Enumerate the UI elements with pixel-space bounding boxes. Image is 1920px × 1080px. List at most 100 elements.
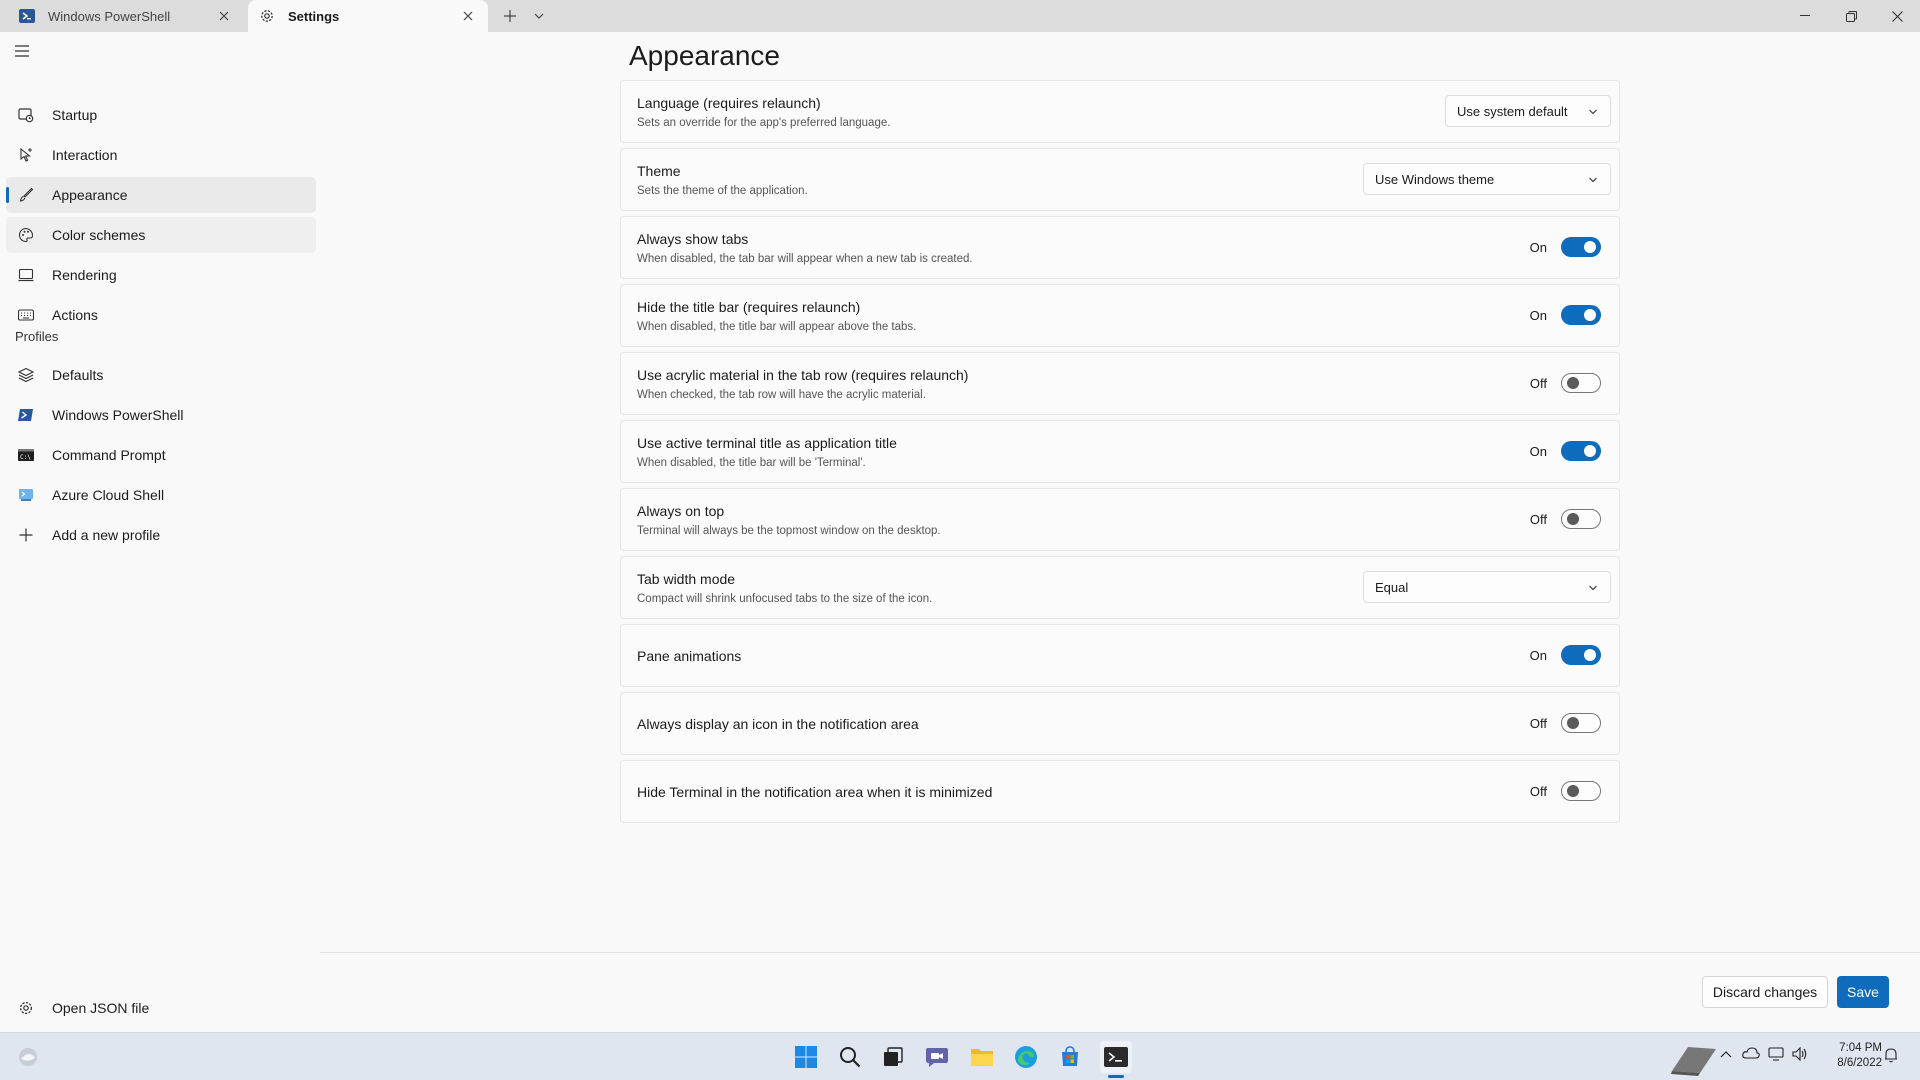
always-on-top-toggle-wrap: Off <box>1525 509 1601 529</box>
sidebar-item-actions[interactable]: Actions <box>6 297 316 333</box>
sidebar-item-rendering[interactable]: Rendering <box>6 257 316 293</box>
toggle-knob <box>1567 377 1579 389</box>
footer-divider <box>320 952 1920 953</box>
acrylic-tab-row-toggle[interactable] <box>1561 373 1601 393</box>
edge-browser-icon[interactable] <box>1010 1041 1042 1073</box>
sidebar-item-windows-powershell[interactable]: Windows PowerShell <box>6 397 316 433</box>
terminal-app-icon[interactable] <box>1100 1041 1132 1073</box>
toggle-state-label: On <box>1529 443 1547 459</box>
sidebar-item-label: Appearance <box>52 187 128 203</box>
plus-icon <box>16 525 36 545</box>
powershell-icon <box>16 405 36 425</box>
toggle-knob <box>1584 445 1596 457</box>
sidebar-item-interaction[interactable]: Interaction <box>6 137 316 173</box>
setting-pane-animations: Pane animations On <box>620 624 1620 687</box>
new-tab-button[interactable] <box>498 6 522 26</box>
minimize-icon <box>1800 15 1810 16</box>
active-terminal-title-toggle[interactable] <box>1561 441 1601 461</box>
toggle-state-label: Off <box>1529 511 1547 527</box>
tab-windows-powershell[interactable]: Windows PowerShell <box>8 0 244 32</box>
sidebar-item-appearance[interactable]: Appearance <box>6 177 316 213</box>
always-show-tabs-toggle[interactable] <box>1561 237 1601 257</box>
setting-description: When checked, the tab row will have the … <box>637 389 926 401</box>
sidebar-item-defaults[interactable]: Defaults <box>6 357 316 393</box>
file-explorer-icon[interactable] <box>966 1041 998 1073</box>
setting-acrylic-tab-row: Use acrylic material in the tab row (req… <box>620 352 1620 415</box>
setting-title: Tab width mode <box>637 571 736 587</box>
widgets-icon[interactable] <box>12 1041 44 1073</box>
taskbar-clock[interactable]: 7:04 PM 8/6/2022 <box>1837 1041 1882 1071</box>
sidebar-item-label: Windows PowerShell <box>52 407 184 423</box>
notification-bell-icon[interactable] <box>1884 1047 1898 1066</box>
sidebar-item-label: Color schemes <box>52 227 146 243</box>
toggle-state-label: On <box>1529 307 1547 323</box>
discard-changes-button[interactable]: Discard changes <box>1702 976 1828 1008</box>
store-icon[interactable] <box>1054 1041 1086 1073</box>
sidebar-item-label: Rendering <box>52 267 117 283</box>
sidebar-item-add-new-profile[interactable]: Add a new profile <box>6 517 316 553</box>
page-title: Appearance <box>629 40 781 71</box>
dropdown-value: Use system default <box>1457 103 1568 119</box>
task-view-icon[interactable] <box>877 1041 909 1073</box>
setting-title: Use active terminal title as application… <box>637 435 897 451</box>
sidebar: Startup Interaction Appearance Color sch… <box>0 32 320 1032</box>
close-icon[interactable] <box>216 8 232 24</box>
sidebar-item-command-prompt[interactable]: C:\ Command Prompt <box>6 437 316 473</box>
sidebar-item-azure-cloud-shell[interactable]: Azure Cloud Shell <box>6 477 316 513</box>
tab-settings[interactable]: Settings <box>248 0 488 32</box>
restore-icon <box>1845 10 1857 22</box>
restore-button[interactable] <box>1828 0 1874 32</box>
chat-icon[interactable] <box>921 1041 953 1073</box>
chevron-up-icon[interactable] <box>1720 1047 1732 1061</box>
pane-animations-toggle[interactable] <box>1561 645 1601 665</box>
monitor-icon <box>16 265 36 285</box>
close-icon[interactable] <box>460 8 476 24</box>
setting-description: Terminal will always be the topmost wind… <box>637 525 941 537</box>
search-icon[interactable] <box>834 1041 866 1073</box>
setting-theme: Theme Sets the theme of the application.… <box>620 148 1620 211</box>
close-window-button[interactable] <box>1874 0 1920 32</box>
svg-text:C:\: C:\ <box>20 454 31 461</box>
sidebar-item-label: Add a new profile <box>52 527 161 543</box>
setting-title: Language (requires relaunch) <box>637 95 821 111</box>
open-json-file-button[interactable]: Open JSON file <box>6 990 316 1026</box>
sidebar-item-startup[interactable]: Startup <box>6 97 316 133</box>
cloud-icon[interactable] <box>1742 1047 1760 1062</box>
tab-label: Windows PowerShell <box>48 8 171 24</box>
paintbrush-icon <box>16 185 36 205</box>
setting-title: Hide the title bar (requires relaunch) <box>637 299 861 315</box>
toggle-state-label: Off <box>1529 375 1547 391</box>
language-dropdown[interactable]: Use system default <box>1445 95 1611 127</box>
setting-description: When disabled, the title bar will appear… <box>637 321 917 333</box>
start-icon[interactable] <box>790 1041 822 1073</box>
minimize-button[interactable] <box>1782 0 1828 32</box>
setting-language: Language (requires relaunch) Sets an ove… <box>620 80 1620 143</box>
sidebar-item-label: Command Prompt <box>52 447 166 463</box>
settings-window: Startup Interaction Appearance Color sch… <box>0 32 1920 1032</box>
volume-icon[interactable] <box>1792 1046 1808 1064</box>
plus-icon <box>504 10 516 22</box>
hamburger-menu-icon[interactable] <box>14 44 34 64</box>
sidebar-item-label: Azure Cloud Shell <box>52 487 165 503</box>
theme-dropdown[interactable]: Use Windows theme <box>1363 163 1611 195</box>
toggle-state-label: On <box>1529 647 1547 663</box>
gear-icon <box>258 7 276 25</box>
hide-title-bar-toggle[interactable] <box>1561 305 1601 325</box>
sidebar-item-color-schemes[interactable]: Color schemes <box>6 217 316 253</box>
dropdown-value: Use Windows theme <box>1375 171 1495 187</box>
tab-width-mode-dropdown[interactable]: Equal <box>1363 571 1611 603</box>
always-on-top-toggle[interactable] <box>1561 509 1601 529</box>
palette-icon <box>16 225 36 245</box>
sidebar-item-label: Defaults <box>52 367 104 383</box>
tab-dropdown-button[interactable] <box>527 6 551 26</box>
save-button[interactable]: Save <box>1837 976 1889 1008</box>
acrylic-tab-row-toggle-wrap: Off <box>1525 373 1601 393</box>
display-icon[interactable] <box>1768 1047 1784 1064</box>
sidebar-item-label: Actions <box>52 307 98 323</box>
notification-icon-toggle-wrap: Off <box>1525 713 1601 733</box>
hide-in-notification-area-toggle[interactable] <box>1561 781 1601 801</box>
setting-always-show-tabs: Always show tabs When disabled, the tab … <box>620 216 1620 279</box>
notification-icon-toggle[interactable] <box>1561 713 1601 733</box>
sidebar-item-label: Startup <box>52 107 98 123</box>
toggle-knob <box>1584 649 1596 661</box>
